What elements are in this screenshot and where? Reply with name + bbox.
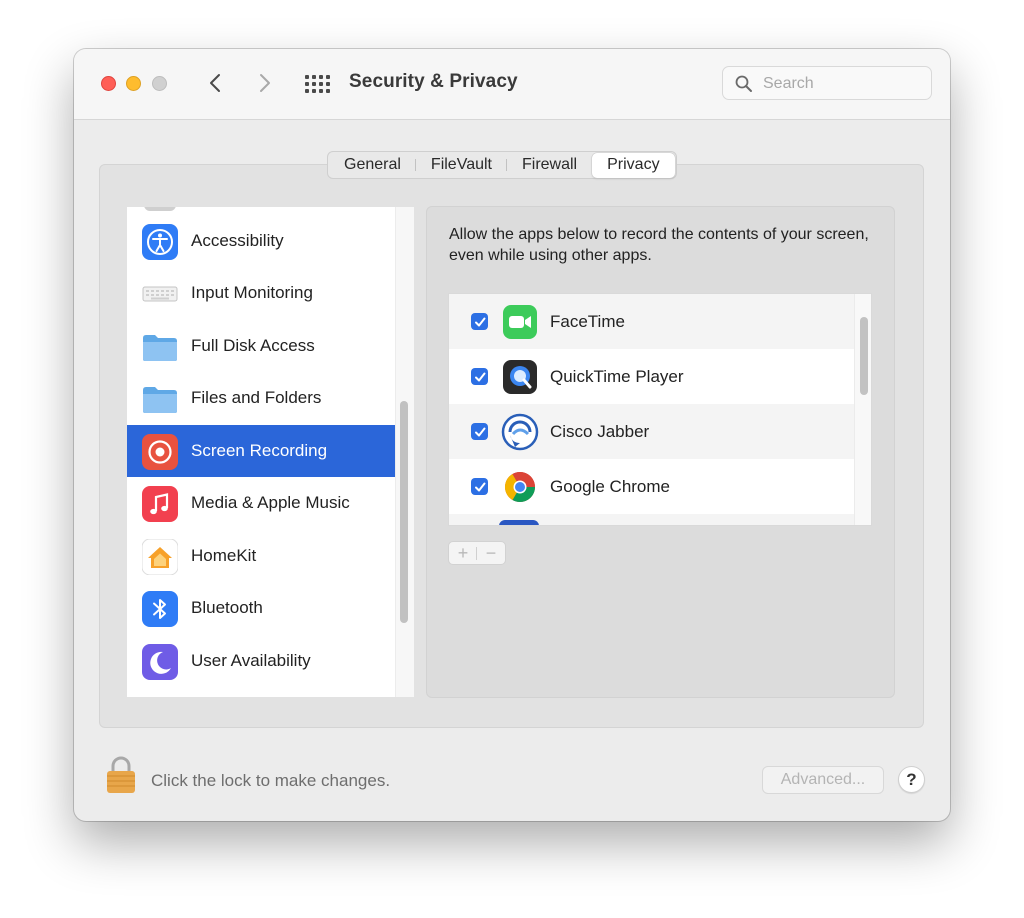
remove-app-button[interactable]: − <box>477 542 505 564</box>
sidebar-item-accessibility[interactable]: Accessibility <box>127 215 395 267</box>
forward-button[interactable] <box>252 69 278 97</box>
app-row-facetime[interactable]: FaceTime <box>449 294 855 349</box>
music-icon <box>142 486 178 522</box>
sidebar-item-label: Screen Recording <box>191 441 328 460</box>
sidebar-item-user-availability[interactable]: User Availability <box>127 635 395 687</box>
app-row-google-chrome[interactable]: Google Chrome <box>449 459 855 514</box>
app-row-quicktime-player[interactable]: QuickTime Player <box>449 349 855 404</box>
search-input[interactable] <box>761 73 925 95</box>
app-name: FaceTime <box>550 312 625 331</box>
app-row-cisco-jabber[interactable]: Cisco Jabber <box>449 404 855 459</box>
app-name: Cisco Jabber <box>550 422 650 441</box>
sidebar-item-label: Bluetooth <box>191 598 263 617</box>
home-icon <box>141 538 179 576</box>
window-title: Security & Privacy <box>349 71 518 92</box>
sidebar-item-label: Input Monitoring <box>191 283 313 302</box>
moon-icon <box>142 644 178 680</box>
sidebar-item-input-monitoring[interactable]: Input Monitoring <box>127 267 395 319</box>
close-button[interactable] <box>101 76 116 91</box>
bluetooth-icon <box>142 591 178 627</box>
tab-privacy[interactable]: Privacy <box>592 152 675 178</box>
sidebar-item-media-apple-music[interactable]: Media & Apple Music <box>127 477 395 529</box>
folder-icon <box>142 381 178 417</box>
chrome-icon <box>501 468 539 506</box>
accessibility-icon <box>142 224 178 260</box>
checkmark-icon <box>474 482 485 491</box>
keyboard-icon <box>142 276 178 312</box>
show-all-grid-button[interactable] <box>304 74 330 94</box>
minimize-button[interactable] <box>126 76 141 91</box>
tab-general[interactable]: General <box>329 152 416 178</box>
search-icon <box>735 75 752 92</box>
checkmark-icon <box>474 372 485 381</box>
facetime-checkbox[interactable] <box>471 313 488 330</box>
sidebar-item-homekit[interactable]: HomeKit <box>127 530 395 582</box>
app-name: QuickTime Player <box>550 367 684 386</box>
security-privacy-window: Security & Privacy General FileVault Fir… <box>74 49 950 821</box>
search-field[interactable] <box>722 66 932 100</box>
app-name: Google Chrome <box>550 477 671 496</box>
sidebar-item-label: Media & Apple Music <box>191 493 350 512</box>
sidebar-item-full-disk-access[interactable]: Full Disk Access <box>127 320 395 372</box>
add-app-button[interactable]: + <box>449 542 477 564</box>
add-remove-control: + − <box>448 541 506 565</box>
sidebar-item-bluetooth[interactable]: Bluetooth <box>127 582 395 634</box>
sidebar-item-label: Full Disk Access <box>191 336 315 355</box>
google-chrome-checkbox[interactable] <box>471 478 488 495</box>
partial-item-top <box>144 207 176 211</box>
sidebar-item-label: User Availability <box>191 651 311 670</box>
tab-filevault[interactable]: FileVault <box>416 152 508 178</box>
sidebar-item-label: HomeKit <box>191 546 257 565</box>
checkmark-icon <box>474 427 485 436</box>
partial-app-row <box>449 514 855 525</box>
lock-status-text: Click the lock to make changes. <box>151 771 391 790</box>
chevron-left-icon <box>210 74 220 92</box>
tab-firewall[interactable]: Firewall <box>507 152 592 178</box>
sidebar-item-label: Accessibility <box>191 231 284 250</box>
privacy-category-list[interactable]: Accessibility Input Monitoring Full Disk… <box>127 207 413 697</box>
app-list[interactable]: FaceTime QuickTime Player Cisco Jabber G… <box>448 293 872 526</box>
help-button[interactable]: ? <box>898 766 925 793</box>
checkmark-icon <box>474 317 485 326</box>
app-list-scroll-thumb[interactable] <box>860 317 868 395</box>
facetime-icon <box>501 303 539 341</box>
screen-recording-icon <box>142 434 178 470</box>
chevron-right-icon <box>260 74 270 92</box>
sidebar-item-files-and-folders[interactable]: Files and Folders <box>127 372 395 424</box>
sidebar-item-screen-recording[interactable]: Screen Recording <box>127 425 395 477</box>
folder-icon <box>142 329 178 365</box>
cisco-jabber-icon <box>501 413 539 451</box>
back-button[interactable] <box>202 69 228 97</box>
advanced-button[interactable]: Advanced... <box>762 766 884 794</box>
titlebar: Security & Privacy <box>74 49 950 120</box>
lock-icon[interactable] <box>106 755 136 795</box>
quicktime-icon <box>501 358 539 396</box>
tab-bar: General FileVault Firewall Privacy <box>327 151 677 179</box>
zoom-button[interactable] <box>152 76 167 91</box>
cisco-jabber-checkbox[interactable] <box>471 423 488 440</box>
permission-description: Allow the apps below to record the conte… <box>449 226 869 264</box>
sidebar-scroll-thumb[interactable] <box>400 401 408 623</box>
quicktime-checkbox[interactable] <box>471 368 488 385</box>
sidebar-item-label: Files and Folders <box>191 388 322 407</box>
